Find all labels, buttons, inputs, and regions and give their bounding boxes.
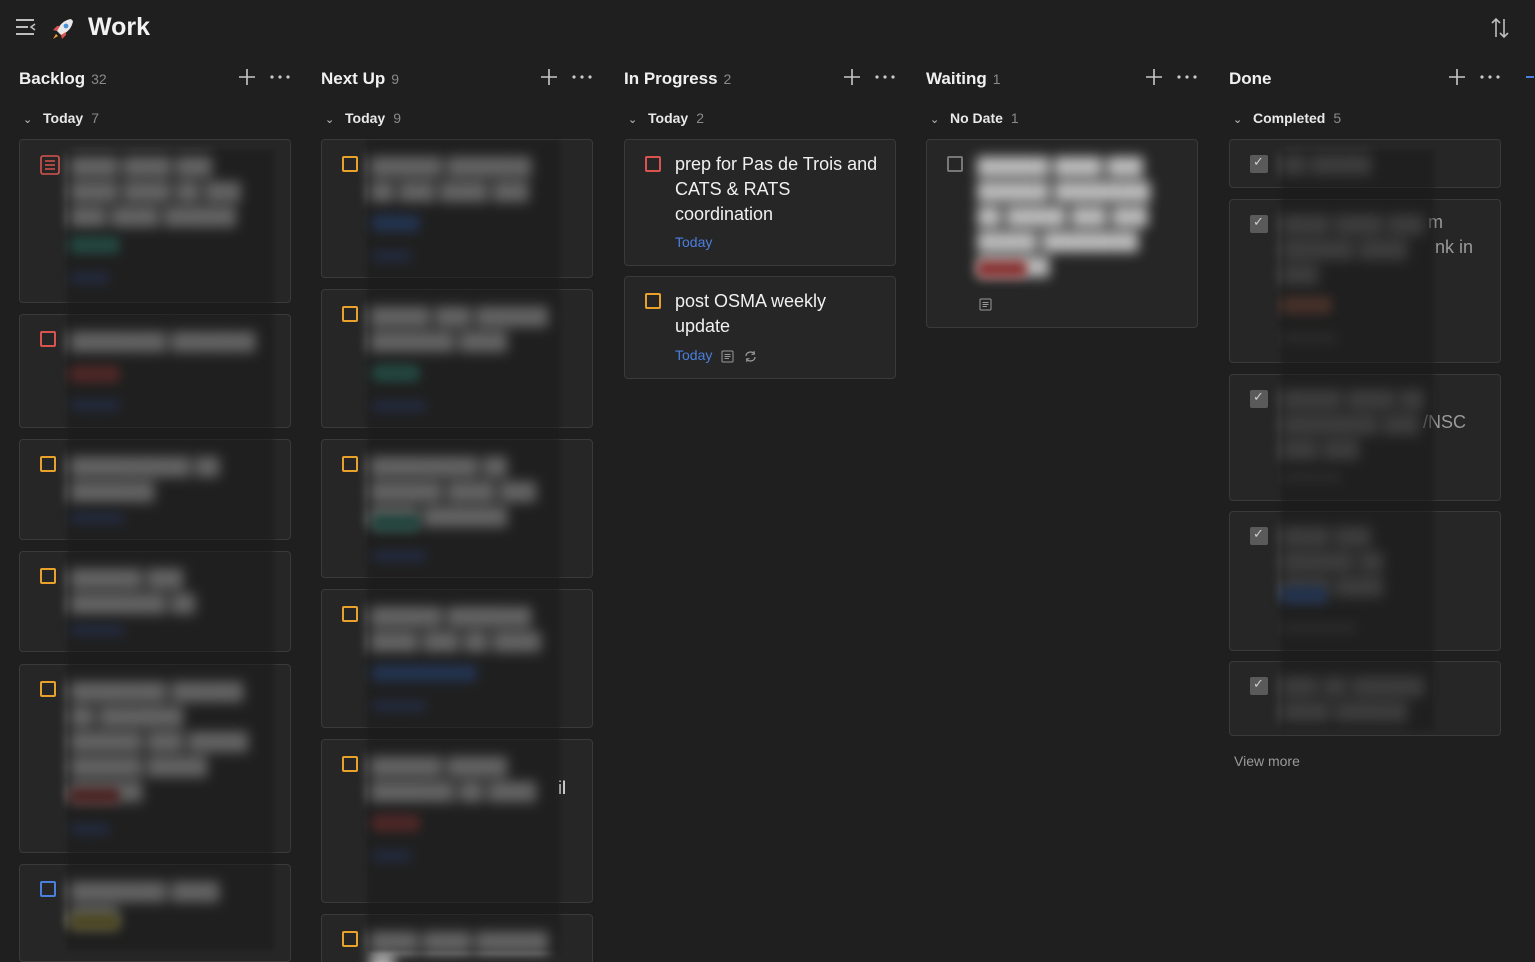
group-count: 2 [696,110,704,126]
group-header[interactable]: ⌄ Today 2 [628,110,704,130]
more-icon[interactable] [874,67,896,87]
redaction-overlay [67,150,274,950]
group-header[interactable]: ⌄ Completed 5 [1233,110,1341,130]
plus-icon[interactable] [842,67,862,87]
checkbox-icon[interactable] [40,456,56,472]
chevron-down-icon: ⌄ [325,114,335,126]
column-count: 1 [992,71,1001,87]
checkbox-icon[interactable] [342,306,358,322]
column-header: Done [1229,64,1534,94]
task-text-fragment: nk in [1435,237,1474,257]
redaction-overlay [1281,150,1434,730]
column-count: 2 [723,71,732,87]
column-in-progress: In Progress 2 ⌄ Today 2 prep for Pas de Tro… [624,64,898,962]
plus-icon[interactable] [1447,67,1467,87]
checkbox-icon[interactable] [40,331,56,347]
plus-icon[interactable] [1526,67,1534,87]
checkbox-icon[interactable] [645,293,661,309]
menu-icon[interactable] [16,18,36,36]
view-more-link[interactable]: View more [1234,753,1300,769]
redaction-overlay [367,140,560,952]
group-header[interactable]: ⌄ Today 9 [325,110,401,130]
column-waiting: Waiting 1 ⌄ No Date 1 ██████ ████ ███ █████… [926,64,1200,962]
column-header: Waiting 1 [926,64,1200,94]
checkbox-icon[interactable] [947,156,963,172]
more-icon[interactable] [1479,67,1501,87]
checklist-icon[interactable] [40,155,60,175]
rocket-icon [53,19,73,39]
checkbox-icon[interactable] [40,681,56,697]
checkbox-icon[interactable] [1250,214,1268,233]
group-header[interactable]: ⌄ No Date 1 [930,110,1019,130]
task-due-date: Today [675,347,713,363]
group-label: Today [43,110,84,126]
task-card[interactable]: ██████ ████ ███ ██████ ████████ ██ █████… [926,139,1198,328]
checkbox-icon[interactable] [342,156,358,172]
chevron-down-icon: ⌄ [1233,114,1243,126]
group-count: 5 [1333,110,1342,126]
checkbox-icon[interactable] [342,931,358,947]
task-card[interactable]: post OSMA weekly update Today [624,276,896,379]
group-count: 7 [91,110,99,126]
task-due-date: Today [675,234,713,250]
checkbox-icon[interactable] [1250,526,1268,545]
column-title: Next Up [321,69,386,88]
column-header: Backlog 32 [19,64,293,94]
task-card[interactable]: prep for Pas de Trois and CATS & RATS co… [624,139,896,266]
column-count: 9 [391,71,400,87]
checkbox-icon[interactable] [342,456,358,472]
column-title: Waiting [926,69,987,88]
column-header: Next Up 9 [321,64,595,94]
checkbox-icon[interactable] [342,606,358,622]
repeat-icon [745,350,756,362]
column-title: Backlog [19,69,86,88]
column-title: Done [1229,69,1272,88]
plus-icon[interactable] [539,67,559,87]
group-count: 9 [393,110,401,126]
plus-icon[interactable] [237,67,257,87]
chevron-down-icon: ⌄ [23,114,33,126]
checkbox-icon[interactable] [342,756,358,772]
group-label: Today [345,110,386,126]
checkbox-icon[interactable] [1250,154,1268,173]
more-icon[interactable] [269,67,291,87]
task-title: prep for Pas de Trois and CATS & RATS co… [675,154,878,224]
note-icon [979,298,992,311]
checkbox-icon[interactable] [645,156,661,172]
task-title: post OSMA weekly update [675,291,827,336]
checkbox-icon[interactable] [40,568,56,584]
group-header[interactable]: ⌄ Today 7 [23,110,99,130]
note-icon [721,350,734,363]
group-label: Today [648,110,689,126]
group-label: No Date [950,110,1003,126]
column-count: 32 [91,71,107,87]
group-label: Completed [1253,110,1326,126]
more-icon[interactable] [1176,67,1198,87]
checkbox-icon[interactable] [40,881,56,897]
task-meta: Today [675,347,758,363]
chevron-down-icon: ⌄ [628,114,638,126]
chevron-down-icon: ⌄ [930,114,940,126]
column-header: In Progress 2 [624,64,898,94]
checkbox-icon[interactable] [1250,389,1268,408]
page-title: Work [88,13,151,41]
more-icon[interactable] [571,67,593,87]
checkbox-icon[interactable] [1250,676,1268,695]
column-title: In Progress [624,69,718,88]
group-count: 1 [1010,110,1019,126]
sort-icon[interactable] [1490,17,1510,39]
plus-icon[interactable] [1144,67,1164,87]
